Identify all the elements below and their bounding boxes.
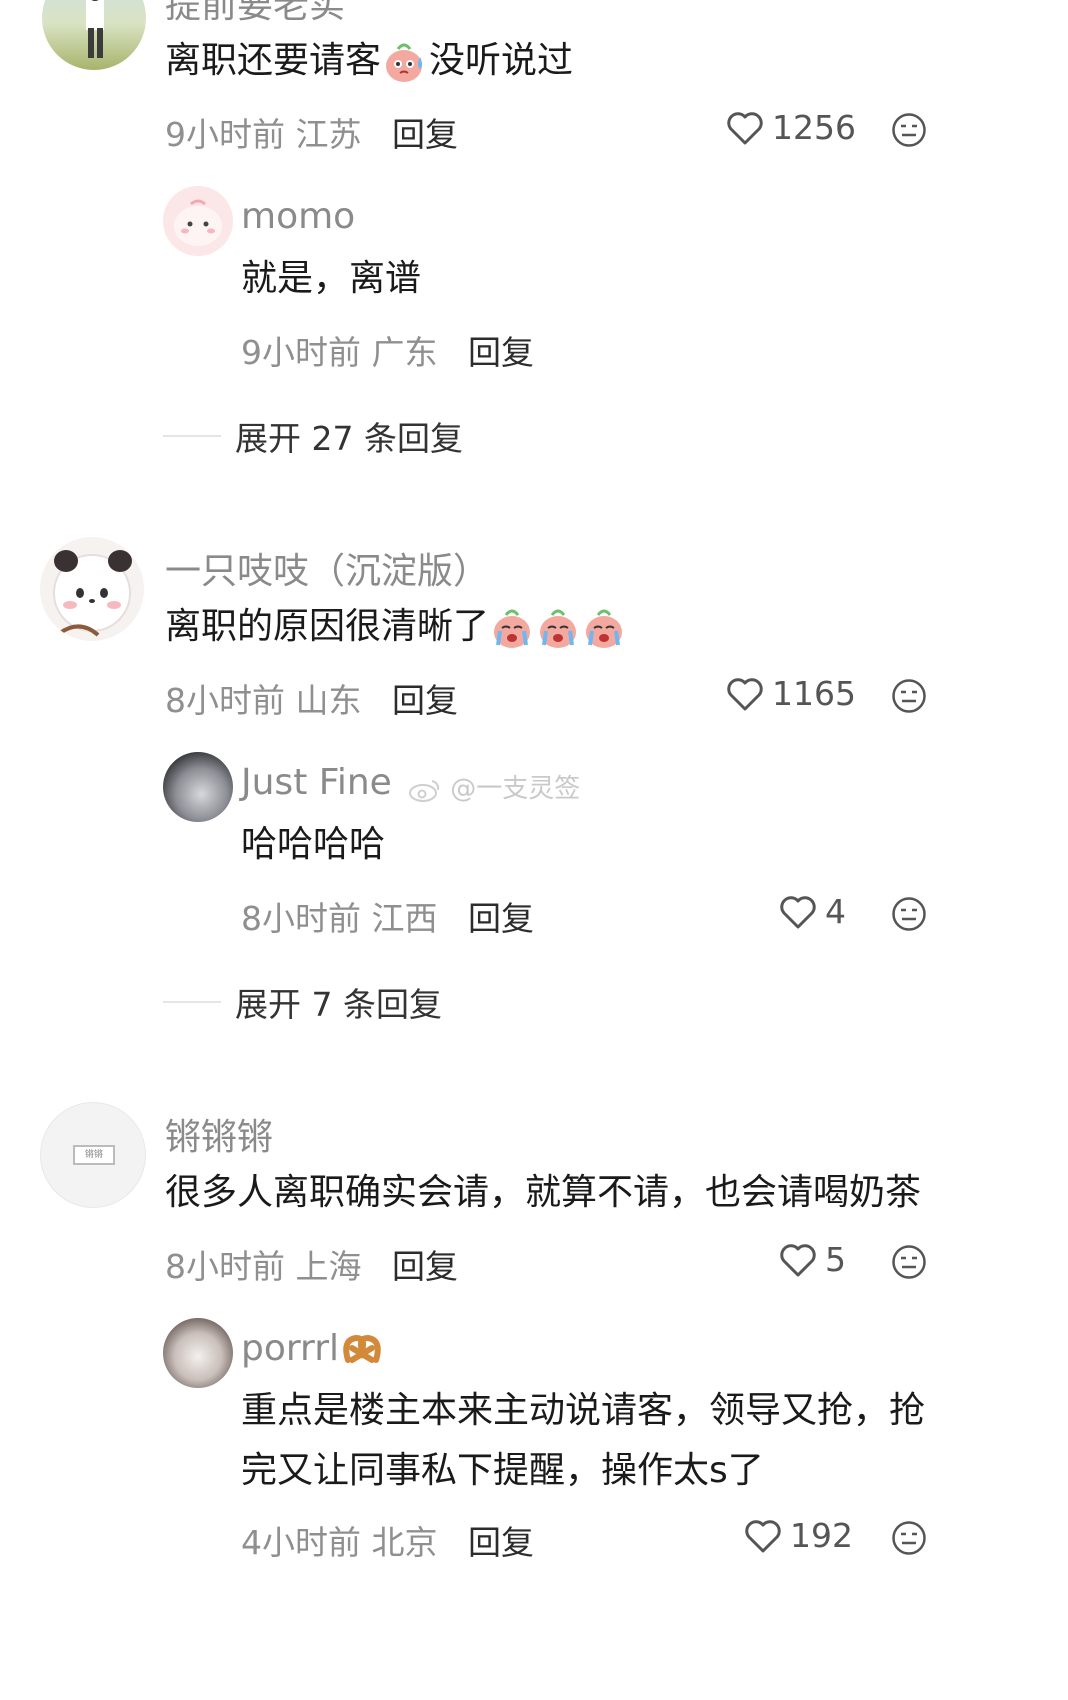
reply-time: 8小时前 (241, 899, 361, 938)
crying-emoji-icon (494, 609, 531, 648)
like-button[interactable]: 4 (779, 892, 846, 931)
comment-username[interactable]: 提前要老实 (165, 0, 345, 28)
reply-button[interactable]: 回复 (468, 1523, 534, 1562)
like-button[interactable]: 5 (779, 1240, 846, 1279)
avatar-label: 锵锵 (73, 1145, 115, 1165)
comment-username[interactable]: 锵锵锵 (165, 1108, 273, 1160)
heart-icon (780, 895, 816, 928)
dislike-face-icon[interactable] (891, 1520, 927, 1556)
expand-replies-button[interactable]: 展开 27 条回复 (163, 412, 463, 460)
comment-meta: 8小时前 山东 回复 (165, 674, 458, 722)
dislike-face-icon[interactable] (891, 1244, 927, 1280)
avatar[interactable] (163, 752, 233, 822)
reply-button[interactable]: 回复 (392, 1247, 458, 1286)
like-button[interactable]: 1165 (726, 674, 856, 713)
divider-line (163, 1001, 221, 1003)
like-count: 1165 (772, 674, 856, 713)
like-count: 192 (790, 1516, 853, 1555)
heart-icon (745, 1519, 781, 1552)
reply-text: 哈哈哈哈 (241, 824, 386, 865)
comment-location: 上海 (295, 1247, 362, 1286)
reply-location: 江西 (371, 899, 438, 938)
reply-button[interactable]: 回复 (392, 115, 458, 154)
crying-emoji-icon (540, 609, 577, 648)
comment-text-part: 没听说过 (429, 40, 574, 81)
avatar[interactable] (163, 1318, 233, 1388)
comment-meta: 9小时前 江苏 回复 (165, 108, 458, 156)
comment-location: 江苏 (295, 115, 362, 154)
comment-username[interactable]: 一只吱吱（沉淀版） (165, 542, 489, 594)
reply-text-line: 重点是楼主本来主动说请客，领导又抢，抢 (241, 1390, 926, 1431)
avatar-panda-icon (53, 550, 132, 637)
avatar[interactable] (163, 186, 233, 256)
expand-replies-button[interactable]: 展开 7 条回复 (163, 978, 442, 1026)
like-count: 4 (825, 892, 846, 931)
avatar-cartoon-icon (174, 199, 222, 246)
reply-username[interactable]: momo (241, 196, 355, 237)
comment-meta: 8小时前 上海 回复 (165, 1240, 458, 1288)
comment-text: 离职还要请客 没听说过 (165, 28, 573, 94)
expand-replies-label: 展开 7 条回复 (235, 985, 442, 1024)
avatar[interactable]: 锵锵 (40, 1102, 146, 1208)
comment-location: 山东 (295, 681, 362, 720)
heart-icon (727, 111, 763, 144)
like-button[interactable]: 192 (744, 1516, 853, 1555)
like-button[interactable]: 1256 (726, 108, 856, 147)
weibo-logo-icon (409, 779, 440, 802)
sweat-emoji-icon (386, 43, 423, 82)
reply-time: 4小时前 (241, 1523, 361, 1562)
reply-username[interactable]: Just Fine (241, 762, 392, 803)
reply-location: 广东 (371, 333, 438, 372)
crying-emoji-icon (586, 609, 623, 648)
reply-text-line: 完又让同事私下提醒，操作太s了 (241, 1450, 764, 1491)
heart-icon (727, 677, 763, 710)
reply-button[interactable]: 回复 (392, 681, 458, 720)
like-count: 5 (825, 1240, 846, 1279)
like-count: 1256 (772, 108, 856, 147)
comment-time: 8小时前 (165, 1247, 285, 1286)
comment-text: 离职的原因很清晰了 (165, 594, 627, 660)
reply-username[interactable]: porrrl (241, 1328, 385, 1370)
comment-text-part: 离职的原因很清晰了 (165, 606, 490, 647)
divider-line (163, 435, 221, 437)
watermark: @一支灵签 (408, 768, 580, 805)
avatar[interactable] (40, 537, 144, 641)
comment-text-part: 离职还要请客 (165, 40, 382, 81)
comment-time: 8小时前 (165, 681, 285, 720)
reply-meta: 8小时前 江西 回复 (241, 892, 534, 940)
heart-icon (780, 1243, 816, 1276)
watermark-text: @一支灵签 (450, 774, 581, 804)
avatar-photo-icon (86, 0, 104, 58)
dislike-face-icon[interactable] (891, 112, 927, 148)
pretzel-icon (343, 1334, 381, 1363)
reply-button[interactable]: 回复 (468, 333, 534, 372)
reply-meta: 9小时前 广东 回复 (241, 326, 534, 374)
avatar[interactable] (42, 0, 146, 70)
reply-location: 北京 (371, 1523, 438, 1562)
reply-username-text: porrrl (241, 1328, 340, 1369)
reply-time: 9小时前 (241, 333, 361, 372)
reply-button[interactable]: 回复 (468, 899, 534, 938)
reply-meta: 4小时前 北京 回复 (241, 1516, 534, 1564)
comment-text: 很多人离职确实会请，就算不请，也会请喝奶茶 (165, 1172, 922, 1213)
reply-text: 就是，离谱 (241, 258, 422, 299)
comment-time: 9小时前 (165, 115, 285, 154)
expand-replies-label: 展开 27 条回复 (235, 419, 463, 458)
dislike-face-icon[interactable] (891, 896, 927, 932)
dislike-face-icon[interactable] (891, 678, 927, 714)
